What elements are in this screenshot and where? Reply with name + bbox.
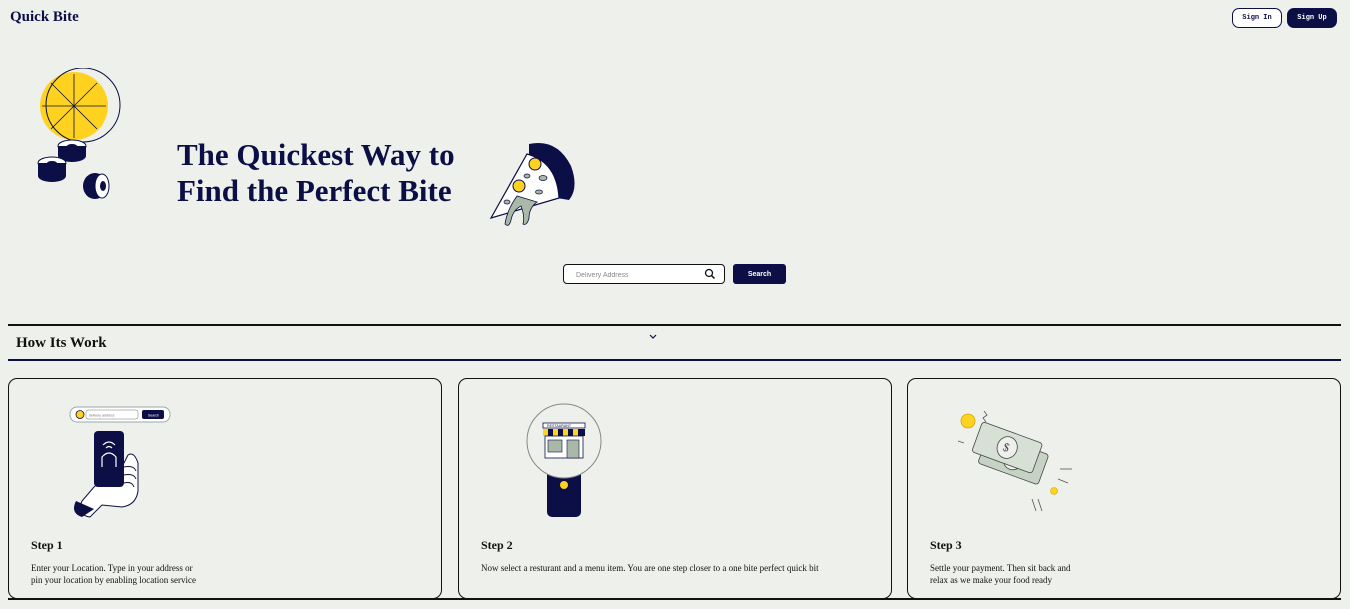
step-3-title: Step 3 <box>930 538 962 552</box>
step-2-title: Step 2 <box>481 538 513 552</box>
step-3-description-line-2: relax as we make your food ready <box>930 575 1052 585</box>
bottom-divider <box>8 598 1341 600</box>
step-2-description: Now select a resturant and a menu item. … <box>481 562 819 574</box>
sign-up-button[interactable]: Sign Up <box>1287 8 1337 28</box>
search-button[interactable]: Search <box>733 264 786 284</box>
step-1-description-line-1: Enter your Location. Type in your addres… <box>31 563 193 573</box>
pizza-slice-illustration <box>489 142 575 226</box>
sign-in-button[interactable]: Sign In <box>1232 8 1282 28</box>
search-icon[interactable] <box>704 268 716 280</box>
step-1-description-line-2: pin your location by enabling location s… <box>31 575 196 585</box>
brand-logo-text[interactable]: Quick Bite <box>10 9 79 26</box>
storefront-sign-text: RESTAURANT <box>547 424 572 428</box>
hero-title-line-1: The Quickest Way to <box>177 137 455 172</box>
step-1-title: Step 1 <box>31 538 63 552</box>
step-3-description: Settle your payment. Then sit back and r… <box>930 562 1071 586</box>
step-1-description: Enter your Location. Type in your addres… <box>31 562 196 586</box>
restaurant-pin-illustration: RESTAURANT <box>526 403 602 517</box>
step-card-1: delivery address Search Step 1 Enter you… <box>8 378 442 599</box>
how-it-works-header[interactable]: How Its Work <box>8 324 1341 361</box>
step-2-description-line-1: Now select a resturant and a menu item. … <box>481 563 819 573</box>
how-it-works-title: How Its Work <box>16 335 107 351</box>
delivery-address-input[interactable] <box>574 268 698 282</box>
delivery-address-search <box>563 264 725 284</box>
step-3-description-line-1: Settle your payment. Then sit back and <box>930 563 1071 573</box>
step-card-3: $ $ Step 3 Settle your payment. Then sit… <box>907 378 1341 599</box>
hero-title-line-2: Find the Perfect Bite <box>177 173 452 208</box>
chevron-down-icon[interactable] <box>648 333 658 341</box>
phone-mock-search-placeholder: delivery address <box>89 414 115 418</box>
money-payment-illustration: $ $ <box>957 410 1072 512</box>
step-card-2: RESTAURANT Step 2 Now select a resturant… <box>458 378 892 599</box>
hero-title: The Quickest Way to Find the Perfect Bit… <box>177 137 455 209</box>
phone-location-illustration: delivery address Search <box>69 406 171 518</box>
phone-mock-search-button: Search <box>148 414 159 418</box>
lemon-sushi-illustration <box>37 68 121 199</box>
